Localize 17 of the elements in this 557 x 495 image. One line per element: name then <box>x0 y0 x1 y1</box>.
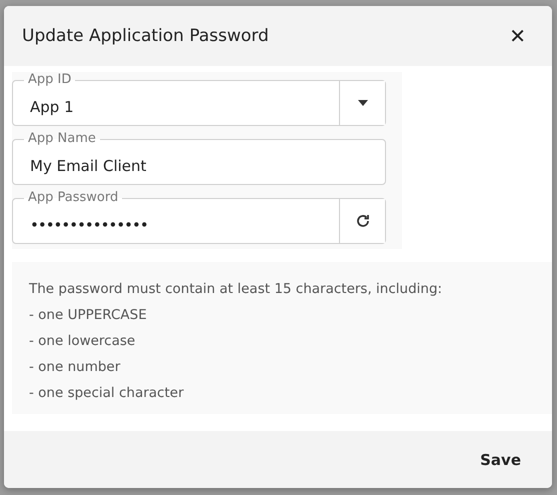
field-label: App Password <box>24 190 122 206</box>
regenerate-button[interactable] <box>339 199 385 243</box>
close-button[interactable]: ✕ <box>505 22 530 50</box>
field-label: App ID <box>24 72 76 88</box>
refresh-icon <box>354 213 370 229</box>
dialog-title: Update Application Password <box>22 26 269 46</box>
caret-icon <box>358 100 368 106</box>
field-label: App Name <box>24 131 100 147</box>
save-button[interactable]: Save <box>480 447 521 473</box>
field-value: ••••••••••••••• <box>29 215 149 236</box>
field-value: My Email Client <box>29 156 148 177</box>
hint-text: - one number <box>29 358 122 377</box>
hint-text: - one UPPERCASE <box>29 306 148 325</box>
hint-text: - one lowercase <box>29 332 136 351</box>
hint-text: - one special character <box>29 384 185 403</box>
hint-text: The password must contain at least 15 characters, including: <box>29 280 444 299</box>
field-value: App 1 <box>29 97 75 118</box>
